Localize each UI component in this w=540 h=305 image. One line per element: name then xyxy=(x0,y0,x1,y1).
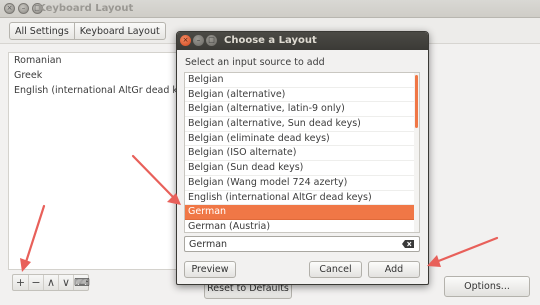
add-source-button[interactable]: + xyxy=(13,275,28,290)
main-window-titlebar: × – □ Keyboard Layout xyxy=(0,0,540,18)
preview-button[interactable]: Preview xyxy=(184,261,236,278)
remove-source-button[interactable]: − xyxy=(28,275,43,290)
list-item[interactable]: Greek xyxy=(9,68,182,83)
list-item[interactable]: Belgian (alternative, Sun dead keys) xyxy=(185,117,419,132)
list-scrollbar[interactable] xyxy=(414,73,419,232)
cancel-button[interactable]: Cancel xyxy=(309,261,362,278)
list-item[interactable]: Belgian (ISO alternate) xyxy=(185,146,419,162)
breadcrumb: All Settings Keyboard Layout xyxy=(9,22,166,40)
close-icon[interactable]: × xyxy=(4,3,15,14)
list-item[interactable]: English (international AltGr dead keys) xyxy=(9,83,182,98)
backspace-clear-icon[interactable] xyxy=(402,240,414,248)
choose-layout-dialog: × – □ Choose a Layout Select an input so… xyxy=(176,31,429,285)
list-item[interactable]: Belgian (alternative) xyxy=(185,88,419,103)
window-title: Keyboard Layout xyxy=(38,3,134,14)
minimize-icon[interactable]: – xyxy=(193,35,204,46)
arrowhead-add-button xyxy=(427,255,441,267)
options-button[interactable]: Options... xyxy=(444,276,530,297)
minimize-icon[interactable]: – xyxy=(18,3,29,14)
arrow-to-add-button xyxy=(434,236,499,264)
list-item[interactable]: Belgian (Wang model 724 azerty) xyxy=(185,176,419,191)
dialog-window-controls: × – □ xyxy=(180,35,217,46)
layout-source-list[interactable]: Belgian Belgian (alternative) Belgian (alt… xyxy=(184,72,420,233)
dialog-title: Choose a Layout xyxy=(224,35,317,46)
dialog-heading: Select an input source to add xyxy=(185,57,325,68)
list-item[interactable]: German (Austria) xyxy=(185,220,419,232)
scrollbar-thumb[interactable] xyxy=(415,75,418,128)
list-item[interactable]: English (international AltGr dead keys) xyxy=(185,191,419,206)
list-item[interactable]: Belgian (Sun dead keys) xyxy=(185,161,419,176)
list-item[interactable]: Romanian xyxy=(9,53,182,68)
breadcrumb-all-settings[interactable]: All Settings xyxy=(10,23,74,39)
keyboard-preview-icon[interactable]: ⌨ xyxy=(73,275,90,290)
dialog-titlebar: × – □ Choose a Layout xyxy=(177,32,428,50)
list-item[interactable]: Belgian (eliminate dead keys) xyxy=(185,132,419,147)
search-input[interactable]: German xyxy=(184,236,420,252)
list-item[interactable]: German xyxy=(185,205,419,220)
list-item[interactable]: Belgian (alternative, latin-9 only) xyxy=(185,102,419,118)
close-icon[interactable]: × xyxy=(180,35,191,46)
breadcrumb-keyboard-layout[interactable]: Keyboard Layout xyxy=(73,23,165,39)
add-button[interactable]: Add xyxy=(368,261,420,278)
maximize-icon[interactable]: □ xyxy=(206,35,217,46)
list-item[interactable]: Belgian xyxy=(185,73,419,88)
input-sources-toolbar: + − ∧ ∨ ⌨ xyxy=(12,274,90,291)
search-input-value: German xyxy=(189,239,228,250)
move-up-button[interactable]: ∧ xyxy=(43,275,58,290)
input-sources-list: Romanian Greek English (international Al… xyxy=(8,52,183,270)
move-down-button[interactable]: ∨ xyxy=(58,275,73,290)
